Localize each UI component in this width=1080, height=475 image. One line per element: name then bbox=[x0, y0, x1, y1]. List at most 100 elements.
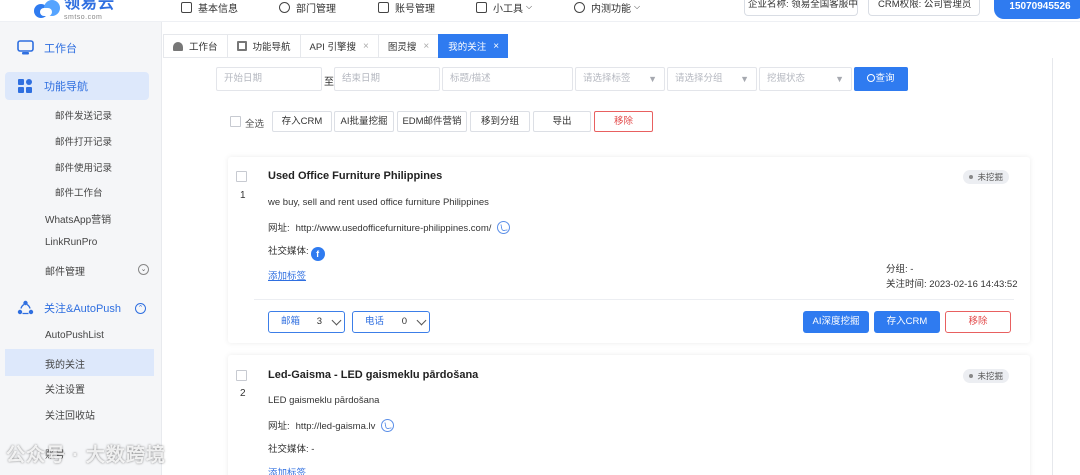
tab-func-nav[interactable]: 功能导航 bbox=[226, 34, 300, 58]
caret-down-icon: ▼ bbox=[835, 74, 844, 84]
nav-beta[interactable]: 内测功能 ⌵ bbox=[574, 0, 641, 15]
users-icon bbox=[279, 1, 290, 13]
verify-icon[interactable] bbox=[381, 419, 395, 432]
chevron-down-icon[interactable]: ⌄ bbox=[138, 264, 149, 275]
export-button[interactable]: 导出 bbox=[533, 111, 591, 132]
query-button[interactable]: 查询 bbox=[854, 67, 908, 91]
card-social: 社交媒体: f bbox=[268, 243, 325, 261]
card-social: 社交媒体: - bbox=[268, 444, 315, 455]
sidebar-item-linkrun[interactable]: LinkRunPro bbox=[45, 237, 97, 248]
email-count-select[interactable]: 邮箱 3 bbox=[268, 311, 345, 333]
sidebar-item-my-follow[interactable]: 我的关注 bbox=[45, 356, 85, 371]
card-divider bbox=[254, 299, 1014, 300]
tab-bar: 工作台 功能导航 API 引擎搜 × 图灵搜 × 我的关注 × bbox=[163, 34, 509, 58]
brand-logo[interactable]: 领易云 smtso.com bbox=[34, 0, 115, 21]
end-date-input[interactable]: 结束日期 bbox=[334, 67, 440, 91]
caret-down-icon: ▼ bbox=[740, 74, 749, 84]
card-description: we buy, sell and rent used office furnit… bbox=[268, 197, 489, 208]
sidebar: 工作台 功能导航 邮件发送记录 邮件打开记录 邮件使用记录 邮件工作台 What… bbox=[0, 22, 162, 475]
sidebar-item-mail-usage[interactable]: 邮件使用记录 bbox=[55, 160, 112, 174]
card-follow-time: 关注时间: 2023-02-16 14:43:52 bbox=[886, 279, 1018, 290]
remove-button[interactable]: 移除 bbox=[594, 111, 653, 132]
card-checkbox[interactable] bbox=[236, 370, 247, 381]
website-link[interactable]: http://led-gaisma.lv bbox=[296, 421, 376, 432]
title-desc-input[interactable]: 标题/描述 bbox=[442, 67, 573, 91]
card-index: 1 bbox=[240, 190, 246, 201]
sidebar-item-mail-workbench[interactable]: 邮件工作台 bbox=[55, 185, 103, 199]
home-icon bbox=[173, 41, 183, 51]
nav-tools[interactable]: 小工具 ⌵ bbox=[476, 0, 532, 15]
select-all-checkbox[interactable] bbox=[230, 116, 241, 127]
card-index: 2 bbox=[240, 388, 246, 399]
card-website: 网址: http://www.usedofficefurniture-philip… bbox=[268, 220, 511, 234]
id-card-icon bbox=[378, 1, 389, 13]
caret-down-icon: ▼ bbox=[648, 74, 657, 84]
card-title[interactable]: Used Office Furniture Philippines bbox=[268, 170, 442, 182]
sidebar-item-func-nav[interactable]: 功能导航 bbox=[5, 72, 149, 100]
save-crm-button[interactable]: 存入CRM bbox=[272, 111, 332, 132]
sidebar-item-whatsapp[interactable]: WhatsApp营销 bbox=[45, 211, 111, 226]
chevron-up-icon[interactable]: ⌃ bbox=[135, 303, 146, 314]
company-name: 企业名称: 领易全国客服中心 bbox=[744, 0, 858, 16]
verify-icon[interactable] bbox=[497, 221, 511, 234]
card-description: LED gaismeklu pārdošana bbox=[268, 395, 380, 406]
website-link[interactable]: http://www.usedofficefurniture-philippin… bbox=[296, 223, 492, 234]
nav-account[interactable]: 账号管理 bbox=[378, 0, 435, 15]
sidebar-item-mail-opened[interactable]: 邮件打开记录 bbox=[55, 134, 112, 148]
workbench-icon bbox=[17, 40, 34, 56]
sidebar-item-workbench[interactable]: 工作台 bbox=[5, 34, 149, 62]
sidebar-item-follow-recycle[interactable]: 关注回收站 bbox=[45, 407, 95, 422]
date-range-separator: 至 bbox=[324, 77, 334, 88]
tab-workbench[interactable]: 工作台 bbox=[163, 34, 227, 58]
tab-api-search[interactable]: API 引擎搜 × bbox=[299, 34, 378, 58]
group-select[interactable]: 请选择分组 ▼ bbox=[667, 67, 757, 91]
add-tag-link[interactable]: 添加标签 bbox=[268, 465, 306, 475]
chevron-down-icon bbox=[416, 315, 427, 326]
chevron-down-icon bbox=[331, 315, 342, 326]
document-icon bbox=[181, 1, 192, 13]
move-group-button[interactable]: 移到分组 bbox=[470, 111, 530, 132]
brand-name: 领易云 bbox=[64, 0, 116, 12]
sidebar-item-mail-mgmt[interactable]: 邮件管理 bbox=[45, 263, 85, 278]
nav-department[interactable]: 部门管理 bbox=[279, 0, 336, 15]
user-phone-button[interactable]: 15070945526 bbox=[994, 0, 1080, 19]
card-checkbox[interactable] bbox=[236, 171, 247, 182]
follow-card: 1 Used Office Furniture Philippines 未挖掘 … bbox=[228, 157, 1030, 343]
status-badge: 未挖掘 bbox=[963, 369, 1009, 383]
close-icon[interactable]: × bbox=[423, 41, 429, 52]
share-icon bbox=[17, 300, 34, 316]
compass-icon bbox=[574, 1, 585, 13]
card-title[interactable]: Led-Gaisma - LED gaismeklu pārdošana bbox=[268, 369, 478, 381]
sidebar-item-mail-sent[interactable]: 邮件发送记录 bbox=[55, 108, 112, 122]
card-group: 分组: - bbox=[886, 264, 914, 275]
card-website: 网址: http://led-gaisma.lv bbox=[268, 418, 395, 432]
close-icon[interactable]: × bbox=[493, 41, 499, 52]
card-save-crm-button[interactable]: 存入CRM bbox=[874, 311, 940, 333]
tab-turing-search[interactable]: 图灵搜 × bbox=[377, 34, 439, 58]
sidebar-item-follow-settings[interactable]: 关注设置 bbox=[45, 381, 85, 396]
grid-icon bbox=[17, 78, 34, 94]
card-remove-button[interactable]: 移除 bbox=[945, 311, 1011, 333]
crm-permission: CRM权限: 公司管理员 bbox=[868, 0, 980, 16]
cloud-logo-icon bbox=[34, 0, 60, 18]
start-date-input[interactable]: 开始日期 bbox=[216, 67, 322, 91]
phone-count-select[interactable]: 电话 0 bbox=[352, 311, 430, 333]
scrollbar-track[interactable] bbox=[1052, 58, 1053, 475]
sidebar-item-autopushlist[interactable]: AutoPushList bbox=[45, 330, 104, 341]
ai-deep-mine-button[interactable]: AI深度挖掘 bbox=[803, 311, 869, 333]
sidebar-item-follow-autopush[interactable]: 关注&AutoPush bbox=[5, 294, 149, 322]
chevron-down-icon: ⌵ bbox=[634, 2, 641, 11]
ai-batch-mine-button[interactable]: AI批量挖掘 bbox=[334, 111, 394, 132]
edm-marketing-button[interactable]: EDM邮件营销 bbox=[397, 111, 467, 132]
add-tag-link[interactable]: 添加标签 bbox=[268, 268, 306, 282]
tools-icon bbox=[476, 1, 487, 13]
top-bar: 领易云 smtso.com 基本信息 部门管理 账号管理 小工具 ⌵ 内测功能 … bbox=[0, 0, 1080, 22]
mine-status-select[interactable]: 挖掘状态 ▼ bbox=[759, 67, 852, 91]
nav-basic-info[interactable]: 基本信息 bbox=[181, 0, 238, 15]
facebook-icon[interactable]: f bbox=[310, 247, 325, 261]
follow-card: 2 Led-Gaisma - LED gaismeklu pārdošana 未… bbox=[228, 355, 1030, 475]
tab-my-follow[interactable]: 我的关注 × bbox=[438, 34, 509, 58]
tag-select[interactable]: 请选择标签 ▼ bbox=[575, 67, 665, 91]
close-icon[interactable]: × bbox=[363, 41, 369, 52]
brand-domain: smtso.com bbox=[64, 14, 103, 21]
